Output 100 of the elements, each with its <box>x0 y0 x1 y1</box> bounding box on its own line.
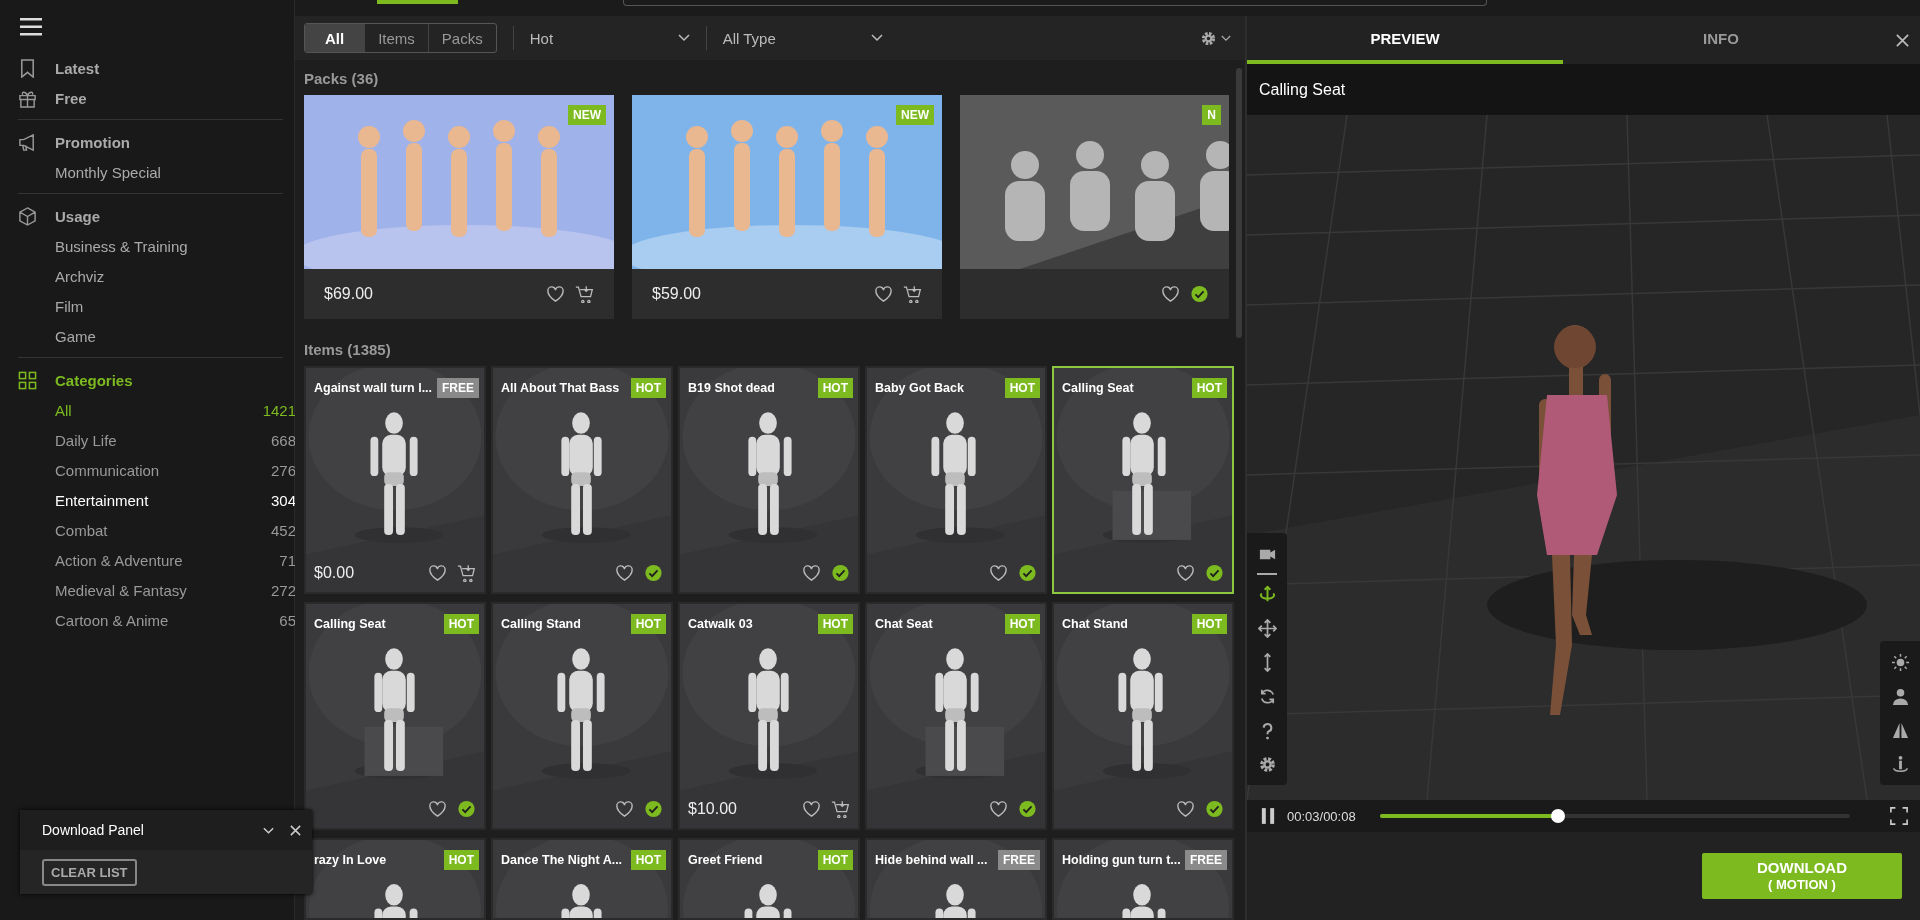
cart-icon[interactable] <box>831 800 850 818</box>
panel-tab[interactable]: INFO <box>1563 16 1879 64</box>
category-item[interactable]: Entertainment 304 <box>18 485 296 515</box>
category-item[interactable]: Medieval & Fantasy 272 <box>18 575 296 605</box>
item-card[interactable]: Against wall turn l... FREE $0.00 <box>304 366 486 594</box>
item-badge: HOT <box>630 850 666 870</box>
price: $10.00 <box>688 800 737 818</box>
filter-tab[interactable]: Items <box>364 24 428 52</box>
settings-button[interactable] <box>1200 29 1231 47</box>
settings-icon <box>1257 754 1277 774</box>
item-badge: HOT <box>443 850 479 870</box>
menu-icon[interactable] <box>20 18 42 36</box>
ground-icon <box>1890 754 1910 774</box>
section-title: Items (1385) <box>304 341 391 358</box>
cart-icon[interactable] <box>903 285 922 303</box>
item-title: Calling Seat <box>1062 381 1134 395</box>
item-title: Greet Friend <box>688 853 763 867</box>
type-dropdown[interactable]: All Type <box>722 29 883 47</box>
bookmark-icon <box>18 58 37 78</box>
chevron-down-icon <box>677 34 690 42</box>
section-title: Categories <box>55 371 133 389</box>
cart-icon[interactable] <box>575 285 594 303</box>
item-card[interactable]: Calling Seat HOT <box>304 602 486 830</box>
item-badge: FREE <box>998 850 1040 870</box>
section-title: Packs (36) <box>304 70 379 87</box>
heart-icon[interactable] <box>802 800 821 818</box>
price: $69.00 <box>324 285 373 303</box>
section-title: Usage <box>55 207 101 225</box>
heart-icon[interactable] <box>989 800 1008 818</box>
heart-icon[interactable] <box>1176 564 1195 582</box>
heart-icon[interactable] <box>428 564 447 582</box>
slider-thumb[interactable] <box>1551 809 1566 823</box>
fullscreen-icon[interactable] <box>1890 807 1908 825</box>
sort-dropdown[interactable]: Hot <box>529 29 690 47</box>
item-title: Hide behind wall ... <box>875 853 988 867</box>
item-card[interactable]: Dance The Night A... HOT <box>491 838 673 920</box>
search-field[interactable] <box>623 0 1487 6</box>
cube-icon <box>18 206 37 226</box>
heart-icon[interactable] <box>546 285 565 303</box>
item-badge: HOT <box>1191 614 1227 634</box>
category-item[interactable]: All 1421 <box>18 395 296 425</box>
pause-icon[interactable] <box>1261 807 1275 825</box>
sidebar-item[interactable]: Latest <box>18 53 100 83</box>
item-title: Calling Stand <box>501 617 581 631</box>
cart-icon[interactable] <box>457 564 476 582</box>
panel-title: Download Panel <box>42 822 144 838</box>
item-badge: HOT <box>443 614 479 634</box>
sidebar-item[interactable]: Free <box>18 83 87 113</box>
heart-icon[interactable] <box>1176 800 1195 818</box>
new-badge: NEW <box>568 105 606 125</box>
item-card[interactable]: Calling Seat HOT <box>1052 366 1234 594</box>
category-item[interactable]: Action & Adventure 71 <box>18 545 296 575</box>
heart-icon[interactable] <box>615 800 634 818</box>
sidebar-item[interactable]: Business & Training <box>18 231 188 261</box>
filter-tab[interactable]: Packs <box>427 24 496 52</box>
item-title: razy In Love <box>314 853 387 867</box>
person-icon <box>1890 686 1910 706</box>
item-badge: HOT <box>1191 378 1227 398</box>
category-item[interactable]: Communication 276 <box>18 455 296 485</box>
filter-tab[interactable]: All <box>305 24 365 52</box>
item-title: B19 Shot dead <box>688 381 775 395</box>
close-icon[interactable] <box>1895 32 1910 48</box>
time-readout: 00:03/00:08 <box>1287 808 1356 824</box>
item-card[interactable]: Catwalk 03 HOT $10.00 <box>678 602 860 830</box>
close-icon[interactable] <box>289 823 302 837</box>
item-badge: HOT <box>1004 614 1040 634</box>
preview-title: Calling Seat <box>1247 64 1920 115</box>
heart-icon[interactable] <box>1161 285 1180 303</box>
sidebar-item[interactable]: Monthly Special <box>18 157 161 187</box>
scrollbar[interactable] <box>1236 68 1242 338</box>
item-card[interactable]: B19 Shot dead HOT <box>678 366 860 594</box>
item-badge: HOT <box>630 614 666 634</box>
heart-icon[interactable] <box>615 564 634 582</box>
item-title: Chat Seat <box>875 617 933 631</box>
item-card[interactable]: Calling Stand HOT <box>491 602 673 830</box>
item-title: Calling Seat <box>314 617 386 631</box>
heart-icon[interactable] <box>989 564 1008 582</box>
item-card[interactable]: Baby Got Back HOT <box>865 366 1047 594</box>
sidebar-item[interactable]: Film <box>18 291 84 321</box>
clear-list-button[interactable]: CLEAR LIST <box>42 858 137 886</box>
item-card[interactable]: Chat Stand HOT <box>1052 602 1234 830</box>
new-badge: NEW <box>896 105 934 125</box>
heart-icon[interactable] <box>428 800 447 818</box>
item-title: Dance The Night A... <box>501 853 623 867</box>
item-card[interactable]: Hide behind wall ... FREE <box>865 838 1047 920</box>
item-card[interactable]: Chat Seat HOT <box>865 602 1047 830</box>
item-card[interactable]: Greet Friend HOT <box>678 838 860 920</box>
category-item[interactable]: Cartoon & Anime 65 <box>18 605 296 635</box>
category-item[interactable]: Daily Life 668 <box>18 425 296 455</box>
price: $59.00 <box>652 285 701 303</box>
category-item[interactable]: Combat 452 <box>18 515 296 545</box>
item-title: All About That Bass <box>501 381 620 395</box>
sidebar-item[interactable]: Archviz <box>18 261 105 291</box>
item-card[interactable]: Holding gun turn t... FREE <box>1052 838 1234 920</box>
item-card[interactable]: All About That Bass HOT <box>491 366 673 594</box>
sidebar-item[interactable]: Game <box>18 321 96 351</box>
heart-icon[interactable] <box>874 285 893 303</box>
item-badge: HOT <box>817 614 853 634</box>
item-card[interactable]: razy In Love HOT <box>304 838 486 920</box>
heart-icon[interactable] <box>802 564 821 582</box>
